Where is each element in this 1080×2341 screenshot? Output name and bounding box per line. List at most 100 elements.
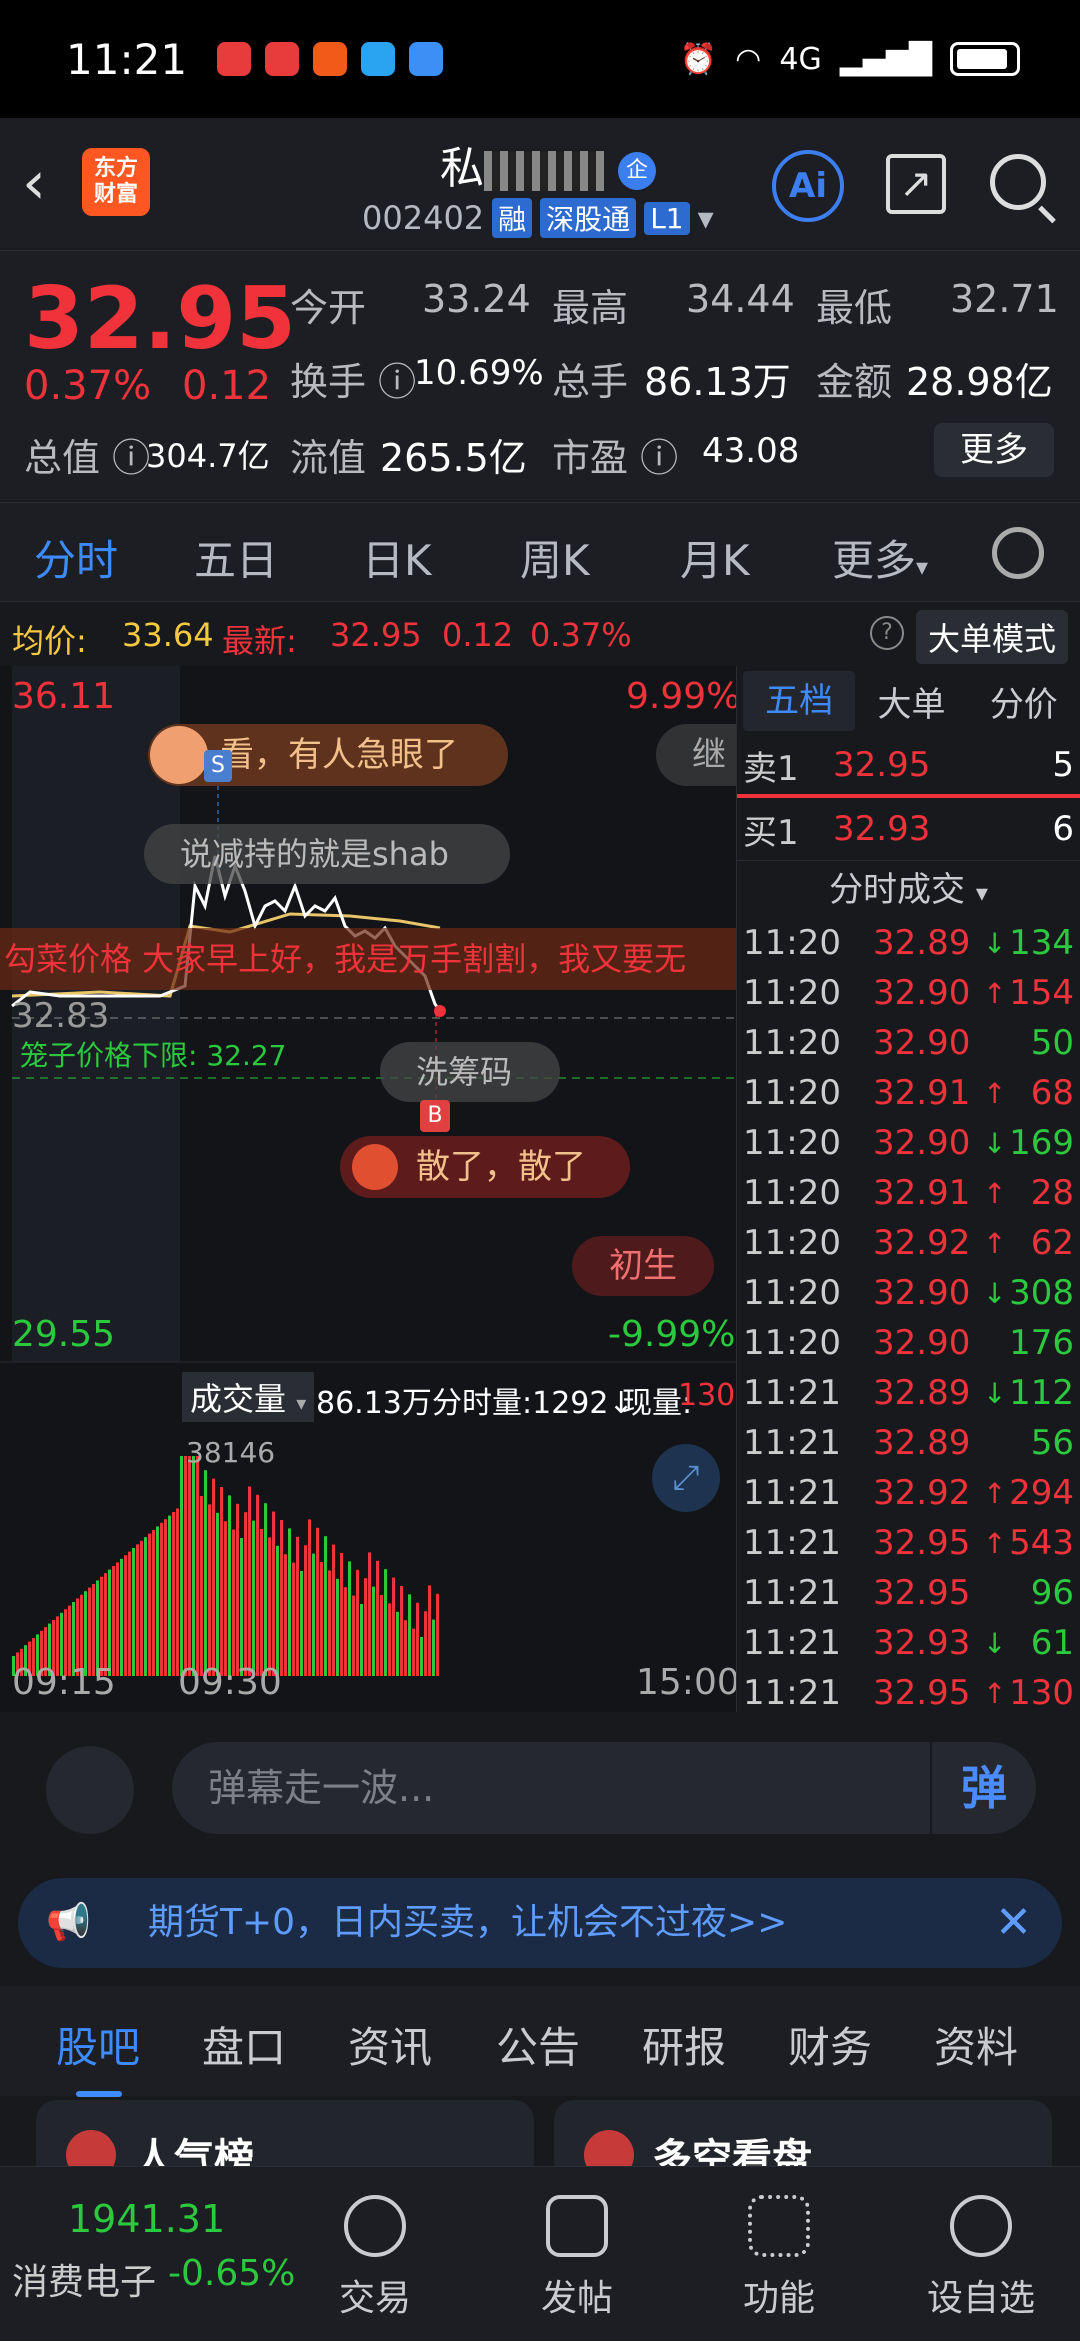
- danmu-settings-icon[interactable]: [46, 1746, 134, 1834]
- nav-label: 设自选: [926, 2278, 1035, 2319]
- sell-price: 32.95: [833, 745, 931, 785]
- high-label: 最高: [552, 286, 629, 330]
- tab-big-order[interactable]: 大单: [855, 677, 967, 726]
- settings-gear-icon[interactable]: [992, 527, 1044, 579]
- danmu-bubble[interactable]: 说减持的就是shab: [144, 824, 510, 884]
- order-book-tabs: 五档 大单 分价: [737, 666, 1080, 736]
- tick-direction: ↓: [983, 1276, 1007, 1310]
- battery-icon: [950, 42, 1020, 76]
- long-short-card[interactable]: 多空看盘: [554, 2100, 1052, 2166]
- ai-button[interactable]: Ai: [772, 150, 844, 222]
- last-price: 32.95: [24, 269, 297, 369]
- tab-guba[interactable]: 股吧: [56, 2014, 140, 2097]
- nav-label: 发帖: [540, 2278, 613, 2319]
- danmu-bubble[interactable]: 初生: [572, 1236, 714, 1296]
- volume-bar: [132, 1548, 135, 1676]
- expand-icon[interactable]: ⤢: [652, 1444, 720, 1512]
- tab-weekly-k[interactable]: 周K: [520, 527, 590, 588]
- tick-time: 11:20: [743, 1173, 841, 1213]
- chart-icon: [66, 2130, 116, 2166]
- volume-bar: [408, 1594, 411, 1676]
- tab-price-split[interactable]: 分价: [968, 677, 1080, 726]
- promo-text: 期货T+0，日内买卖，让机会不过夜>>: [148, 1902, 788, 1943]
- latest-value: 32.95: [330, 616, 422, 654]
- tick-price: 32.95: [873, 1673, 971, 1713]
- back-icon[interactable]: ‹: [22, 148, 46, 218]
- sector-index[interactable]: 1941.31 消费电子 -0.65%: [0, 2167, 295, 2341]
- more-button[interactable]: 更多: [934, 423, 1054, 477]
- tab-research[interactable]: 研报: [642, 2014, 726, 2075]
- tab-five-level[interactable]: 五档: [743, 671, 856, 731]
- volume-bar: [376, 1560, 379, 1676]
- search-icon[interactable]: [990, 154, 1046, 210]
- tick-volume: 294: [1009, 1473, 1074, 1513]
- tab-more-label: 更多: [832, 536, 917, 585]
- big-order-mode-button[interactable]: 大单模式: [916, 610, 1069, 664]
- tab-intraday[interactable]: 分时: [34, 527, 118, 610]
- tick-time: 11:21: [743, 1373, 841, 1413]
- volume-bar: [228, 1495, 231, 1676]
- tick-price: 32.91: [873, 1073, 971, 1113]
- danmu-bubble[interactable]: 继: [656, 724, 746, 786]
- volume-bar: [344, 1587, 347, 1676]
- nav-add-watchlist[interactable]: 设自选: [906, 2167, 1056, 2341]
- tab-five-day[interactable]: 五日: [194, 527, 278, 588]
- tick-direction: ↑: [983, 1526, 1007, 1560]
- danmu-input[interactable]: 弹幕走一波...: [172, 1742, 1036, 1834]
- danmu-send-button[interactable]: 弹: [930, 1742, 1036, 1834]
- ticks-title[interactable]: 分时成交 ▾: [737, 860, 1080, 918]
- tick-row: 11:21 32.89 56: [737, 1418, 1080, 1468]
- tab-announcement[interactable]: 公告: [496, 2014, 580, 2075]
- system-icons: ⏰ ◠ 4G ▂▄▆█: [680, 42, 1020, 77]
- tab-profile[interactable]: 资料: [934, 2014, 1018, 2075]
- volume-bar: [152, 1530, 155, 1676]
- tick-price: 32.92: [873, 1473, 971, 1513]
- index-value: 1941.31: [68, 2197, 226, 2241]
- share-icon[interactable]: ↗: [886, 154, 946, 214]
- change-percent: 0.37%: [24, 363, 152, 409]
- help-icon[interactable]: ?: [870, 616, 904, 650]
- tick-time: 11:20: [743, 1023, 841, 1063]
- tab-more[interactable]: 更多▾: [832, 527, 928, 588]
- nav-functions[interactable]: 功能: [704, 2167, 854, 2341]
- tick-volume: 130: [1009, 1673, 1074, 1713]
- tick-direction: ↑: [983, 1076, 1007, 1110]
- nav-post[interactable]: 发帖: [502, 2167, 652, 2341]
- danmu-bubble[interactable]: 洗筹码: [380, 1042, 560, 1102]
- tick-direction: ↑: [983, 1476, 1007, 1510]
- close-icon[interactable]: ✕: [995, 1878, 1032, 1968]
- amount-value: 28.98亿: [906, 360, 1053, 404]
- volume-bar: [292, 1562, 295, 1676]
- volume-bar: [144, 1537, 147, 1676]
- tick-price: 32.89: [873, 1423, 971, 1463]
- intraday-chart[interactable]: 36.11 9.99% 32.83 笼子价格下限: 32.27 29.55 -9…: [0, 666, 746, 1712]
- danmu-banner[interactable]: 勾菜价格 大家早上好，我是万手割割，我又要无: [0, 928, 736, 990]
- tab-finance[interactable]: 财务: [788, 2014, 872, 2075]
- mcap-value: 304.7亿: [146, 437, 270, 475]
- tab-news[interactable]: 资讯: [348, 2014, 432, 2075]
- app-notification-icon: [361, 42, 396, 76]
- tab-daily-k[interactable]: 日K: [362, 527, 432, 588]
- popularity-card[interactable]: 人气榜: [36, 2100, 534, 2166]
- quote-panel: 32.95 0.37% 0.12 今开 33.24 最高 34.44 最低 32…: [0, 250, 1080, 500]
- tick-row: 11:20 32.90 50: [737, 1018, 1080, 1068]
- price-info-bar: 均价: 33.64 最新: 32.95 0.12 0.37% ? 大单模式: [0, 604, 1080, 666]
- tag-margin: 融: [492, 198, 533, 238]
- volume-bar: [124, 1555, 127, 1676]
- volume-now: 130: [678, 1378, 736, 1413]
- danmu-text: 散了，散了: [416, 1147, 586, 1187]
- volume-bar: [184, 1456, 187, 1676]
- volume-bar: [372, 1586, 375, 1676]
- volume-bar: [412, 1628, 415, 1676]
- volume-bar: [136, 1544, 139, 1676]
- stock-code-row[interactable]: 002402 融 深股通 L1 ▾: [362, 198, 714, 238]
- sell-label: 卖1: [743, 748, 799, 789]
- nav-trade[interactable]: 交易: [300, 2167, 450, 2341]
- tab-pankou[interactable]: 盘口: [202, 2014, 286, 2075]
- tab-monthly-k[interactable]: 月K: [680, 527, 750, 588]
- promo-banner[interactable]: 📢 期货T+0，日内买卖，让机会不过夜>> ✕: [18, 1878, 1062, 1968]
- volume-bar: [368, 1552, 371, 1676]
- tick-time: 11:20: [743, 923, 841, 963]
- volume-bar: [300, 1571, 303, 1676]
- volume-selector[interactable]: 成交量 ▾: [182, 1372, 315, 1422]
